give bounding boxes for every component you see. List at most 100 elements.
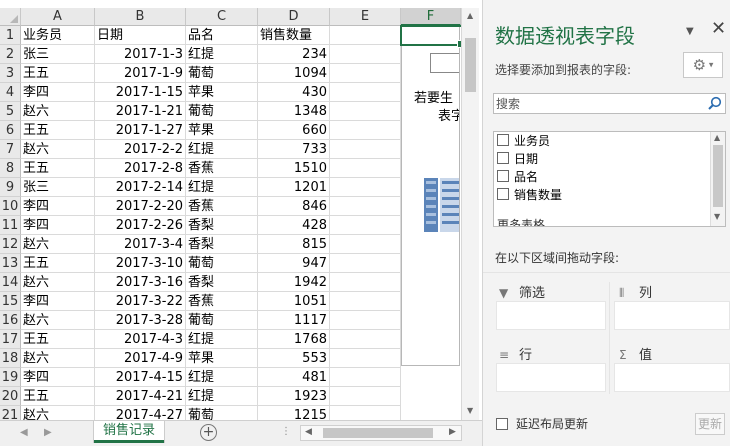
table-cell[interactable] xyxy=(330,178,401,197)
close-icon[interactable]: ✕ xyxy=(711,18,726,39)
table-cell[interactable]: 1051 xyxy=(258,292,330,311)
row-header[interactable]: 9 xyxy=(0,178,21,197)
table-cell[interactable] xyxy=(330,121,401,140)
header-cell[interactable] xyxy=(330,26,401,45)
table-cell[interactable]: 553 xyxy=(258,349,330,368)
header-cell[interactable]: 品名 xyxy=(186,26,258,45)
table-cell[interactable]: 1201 xyxy=(258,178,330,197)
row-header[interactable]: 10 xyxy=(0,197,21,216)
table-cell[interactable]: 苹果 xyxy=(186,83,258,102)
more-tables-link[interactable]: 更多表格... xyxy=(497,216,556,226)
table-cell[interactable]: 2017-4-21 xyxy=(95,387,186,406)
table-cell[interactable]: 香梨 xyxy=(186,273,258,292)
table-cell[interactable]: 2017-3-10 xyxy=(95,254,186,273)
row-header[interactable]: 14 xyxy=(0,273,21,292)
table-cell[interactable] xyxy=(330,64,401,83)
table-cell[interactable] xyxy=(330,349,401,368)
table-cell[interactable]: 1094 xyxy=(258,64,330,83)
table-cell[interactable] xyxy=(330,197,401,216)
table-cell[interactable]: 赵六 xyxy=(21,311,95,330)
table-cell[interactable] xyxy=(330,311,401,330)
column-header-f[interactable]: F xyxy=(401,8,461,26)
row-header[interactable]: 19 xyxy=(0,368,21,387)
table-cell[interactable]: 红提 xyxy=(186,140,258,159)
add-sheet-icon[interactable]: + xyxy=(200,424,217,441)
table-cell[interactable]: 葡萄 xyxy=(186,254,258,273)
table-cell[interactable]: 1942 xyxy=(258,273,330,292)
table-cell[interactable] xyxy=(330,292,401,311)
table-cell[interactable]: 王五 xyxy=(21,64,95,83)
scroll-up-arrow-icon[interactable]: ▲ xyxy=(467,11,473,20)
table-cell[interactable]: 815 xyxy=(258,235,330,254)
row-header[interactable]: 7 xyxy=(0,140,21,159)
field-search-box[interactable] xyxy=(493,93,726,114)
table-cell[interactable]: 1348 xyxy=(258,102,330,121)
table-cell[interactable]: 李四 xyxy=(21,83,95,102)
table-cell[interactable]: 苹果 xyxy=(186,121,258,140)
row-header[interactable]: 1 xyxy=(0,26,21,45)
sheet-tab-sales-records[interactable]: 销售记录 xyxy=(94,421,164,443)
field-item-product[interactable]: 品名 xyxy=(497,168,538,186)
field-item-quantity[interactable]: 销售数量 xyxy=(497,186,562,204)
table-cell[interactable]: 2017-2-14 xyxy=(95,178,186,197)
table-cell[interactable] xyxy=(330,235,401,254)
row-header[interactable]: 12 xyxy=(0,235,21,254)
table-cell[interactable]: 葡萄 xyxy=(186,64,258,83)
table-cell[interactable]: 红提 xyxy=(186,368,258,387)
table-cell[interactable]: 香蕉 xyxy=(186,159,258,178)
table-cell[interactable] xyxy=(330,368,401,387)
header-cell[interactable]: 日期 xyxy=(95,26,186,45)
table-cell[interactable]: 2017-2-8 xyxy=(95,159,186,178)
table-cell[interactable]: 2017-1-15 xyxy=(95,83,186,102)
table-cell[interactable] xyxy=(330,216,401,235)
defer-update-checkbox[interactable] xyxy=(496,418,508,430)
select-all-corner[interactable] xyxy=(0,8,21,26)
row-header[interactable]: 17 xyxy=(0,330,21,349)
table-cell[interactable]: 2017-3-16 xyxy=(95,273,186,292)
table-cell[interactable]: 481 xyxy=(258,368,330,387)
table-cell[interactable] xyxy=(330,159,401,178)
columns-drop-zone[interactable] xyxy=(614,301,730,330)
tab-split-handle[interactable]: ⋮ xyxy=(281,426,291,437)
scroll-down-arrow-icon[interactable]: ▼ xyxy=(467,406,473,415)
table-cell[interactable]: 428 xyxy=(258,216,330,235)
row-header[interactable]: 18 xyxy=(0,349,21,368)
table-cell[interactable] xyxy=(330,254,401,273)
field-checkbox[interactable] xyxy=(497,188,509,200)
horizontal-scrollbar[interactable]: ◀ ▶ xyxy=(300,425,462,441)
table-cell[interactable]: 2017-2-2 xyxy=(95,140,186,159)
values-drop-zone[interactable] xyxy=(614,363,730,392)
table-cell[interactable]: 2017-1-21 xyxy=(95,102,186,121)
row-header[interactable]: 8 xyxy=(0,159,21,178)
field-checkbox[interactable] xyxy=(497,134,509,146)
row-header[interactable]: 16 xyxy=(0,311,21,330)
row-header[interactable]: 5 xyxy=(0,102,21,121)
table-cell[interactable]: 2017-2-20 xyxy=(95,197,186,216)
vertical-scrollbar[interactable]: ▲ ▼ xyxy=(461,8,479,420)
column-header-d[interactable]: D xyxy=(258,8,330,26)
column-header-e[interactable]: E xyxy=(330,8,401,26)
row-header[interactable]: 20 xyxy=(0,387,21,406)
table-cell[interactable]: 2017-4-3 xyxy=(95,330,186,349)
field-item-date[interactable]: 日期 xyxy=(497,150,538,168)
pane-options-dropdown-icon[interactable]: ▼ xyxy=(686,26,694,37)
field-checkbox[interactable] xyxy=(497,170,509,182)
table-cell[interactable]: 红提 xyxy=(186,178,258,197)
scroll-up-arrow-icon[interactable]: ▲ xyxy=(714,133,720,142)
table-cell[interactable]: 王五 xyxy=(21,159,95,178)
table-cell[interactable]: 2017-2-26 xyxy=(95,216,186,235)
header-cell[interactable]: 销售数量 xyxy=(258,26,330,45)
column-header-c[interactable]: C xyxy=(186,8,258,26)
scroll-left-arrow-icon[interactable]: ◀ xyxy=(305,427,312,437)
table-cell[interactable]: 李四 xyxy=(21,368,95,387)
field-item-salesperson[interactable]: 业务员 xyxy=(497,132,550,150)
table-cell[interactable]: 红提 xyxy=(186,330,258,349)
scroll-right-arrow-icon[interactable]: ▶ xyxy=(449,427,456,437)
table-cell[interactable]: 1510 xyxy=(258,159,330,178)
table-cell[interactable]: 王五 xyxy=(21,254,95,273)
table-cell[interactable] xyxy=(330,45,401,64)
table-cell[interactable]: 葡萄 xyxy=(186,102,258,121)
table-cell[interactable]: 2017-3-28 xyxy=(95,311,186,330)
table-cell[interactable]: 苹果 xyxy=(186,349,258,368)
column-header-b[interactable]: B xyxy=(95,8,186,26)
